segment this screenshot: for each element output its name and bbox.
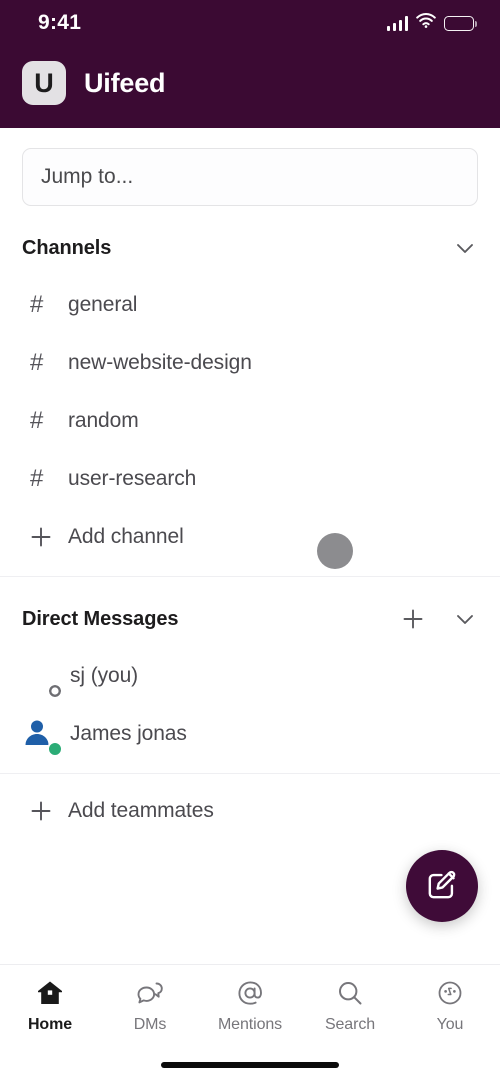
- dm-label: sj (you): [70, 664, 139, 687]
- channel-label: general: [68, 293, 138, 316]
- wifi-icon: [416, 12, 436, 33]
- chevron-down-icon[interactable]: [452, 606, 478, 632]
- home-icon: [35, 977, 65, 1009]
- tab-search-label: Search: [324, 1016, 376, 1033]
- tab-dms-label: DMs: [133, 1016, 167, 1033]
- compose-icon: [425, 868, 459, 905]
- tab-mentions[interactable]: Mentions: [200, 977, 300, 1034]
- channels-section-header[interactable]: Channels: [0, 220, 500, 276]
- dm-title: Direct Messages: [22, 607, 179, 630]
- sidebar-item-general[interactable]: # general: [0, 276, 500, 334]
- avatar: [22, 658, 63, 699]
- workspace-header[interactable]: U Uifeed: [0, 46, 500, 120]
- channels-header-actions: [452, 235, 478, 261]
- workspace-logo: U: [22, 61, 66, 105]
- presence-badge-online: [47, 741, 63, 757]
- bottom-tab-bar: Home DMs Mentions Search You: [0, 964, 500, 1080]
- plus-icon: [22, 798, 68, 824]
- tab-you-label: You: [436, 1016, 464, 1033]
- dm-label: James jonas: [70, 722, 187, 745]
- dm-section-header[interactable]: Direct Messages: [0, 591, 500, 647]
- hash-icon: #: [30, 407, 44, 434]
- hash-icon: #: [30, 465, 44, 492]
- tab-mentions-label: Mentions: [217, 1016, 283, 1033]
- tab-home-label: Home: [27, 1016, 73, 1033]
- tab-dms[interactable]: DMs: [100, 977, 200, 1034]
- sidebar-content: Channels # general # new-website-design …: [0, 128, 500, 964]
- status-bar-time: 9:41: [38, 11, 82, 34]
- tab-home[interactable]: Home: [0, 977, 100, 1034]
- app-header: 9:41 U Uifeed: [0, 0, 500, 128]
- workspace-name: Uifeed: [84, 67, 166, 98]
- hash-icon: #: [30, 349, 44, 376]
- magnifier-icon: [335, 977, 365, 1009]
- tab-you[interactable]: You: [400, 977, 500, 1034]
- add-teammates-button[interactable]: Add teammates: [0, 782, 500, 840]
- compose-button[interactable]: [406, 850, 478, 922]
- sidebar-item-user-research[interactable]: # user-research: [0, 450, 500, 508]
- section-divider: [0, 576, 500, 577]
- search-input[interactable]: [22, 148, 478, 206]
- channel-label: user-research: [68, 467, 197, 490]
- chat-bubbles-icon: [135, 977, 165, 1009]
- sidebar-item-new-website-design[interactable]: # new-website-design: [0, 334, 500, 392]
- add-channel-button[interactable]: Add channel: [0, 508, 500, 566]
- dm-header-actions: [400, 606, 478, 632]
- cellular-signal-icon: [386, 15, 408, 31]
- channel-label: new-website-design: [68, 351, 252, 374]
- status-bar-icons: [386, 12, 477, 33]
- presence-badge-away: [47, 683, 63, 699]
- plus-icon: [22, 524, 68, 550]
- status-bar: 9:41: [0, 0, 500, 46]
- channels-title: Channels: [22, 236, 112, 259]
- hash-icon: #: [30, 291, 44, 318]
- avatar: [22, 716, 63, 757]
- at-sign-icon: [235, 977, 265, 1009]
- app-root: 9:41 U Uifeed Jump to... Channels # gene…: [0, 0, 500, 1080]
- dm-item-sj-you[interactable]: sj (you): [0, 647, 500, 705]
- dm-divider: [0, 773, 500, 774]
- add-teammates-label: Add teammates: [68, 799, 214, 822]
- dm-item-james-jonas[interactable]: James jonas: [0, 705, 500, 763]
- face-circle-icon: [435, 977, 465, 1009]
- plus-icon[interactable]: [400, 606, 426, 632]
- add-channel-label: Add channel: [68, 525, 184, 548]
- sidebar-item-random[interactable]: # random: [0, 392, 500, 450]
- tab-search[interactable]: Search: [300, 977, 400, 1034]
- chevron-down-icon[interactable]: [452, 235, 478, 261]
- battery-icon: [444, 15, 477, 31]
- home-indicator: [161, 1062, 339, 1068]
- search-wrap: [0, 128, 500, 206]
- channel-label: random: [68, 409, 139, 432]
